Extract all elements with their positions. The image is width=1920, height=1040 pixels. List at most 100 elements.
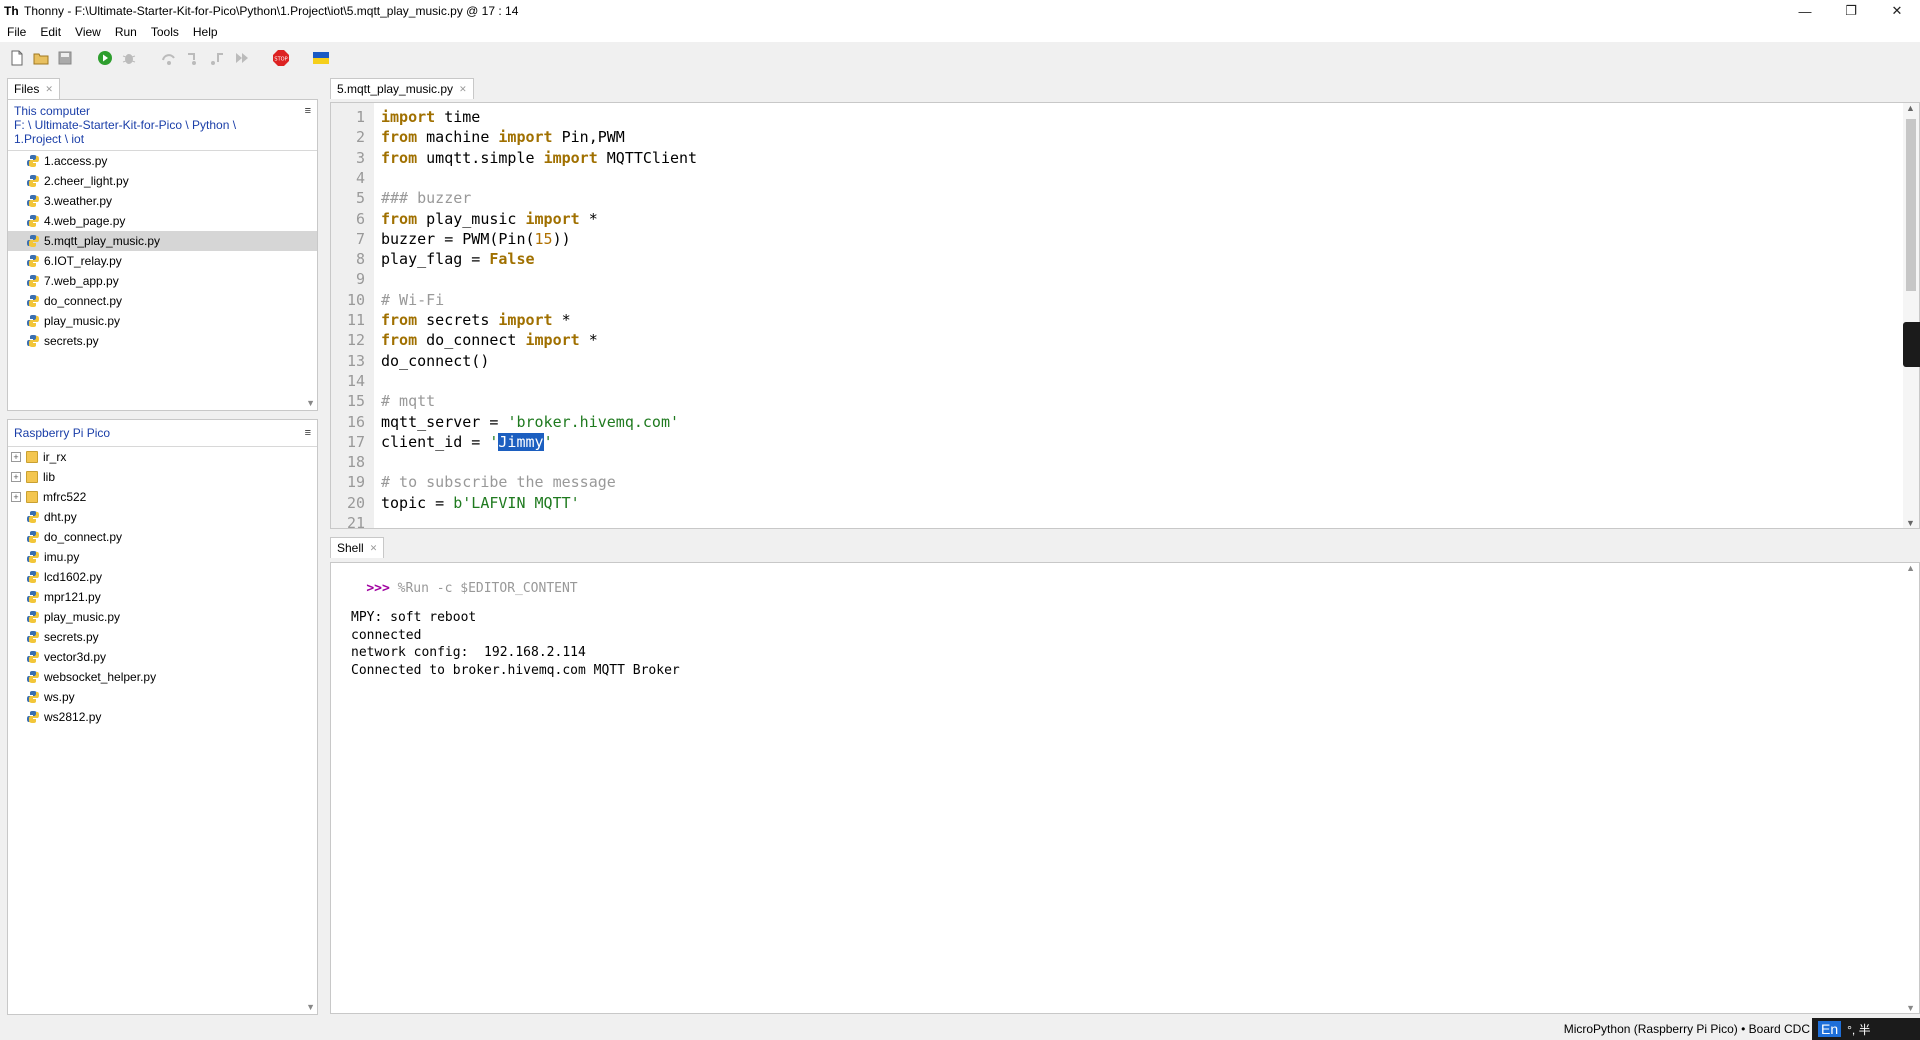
folder-icon <box>26 451 38 463</box>
file-item[interactable]: secrets.py <box>8 627 317 647</box>
file-item[interactable]: vector3d.py <box>8 647 317 667</box>
close-icon[interactable]: ✕ <box>459 84 467 95</box>
pico-title[interactable]: Raspberry Pi Pico <box>14 426 311 440</box>
scroll-up-icon[interactable]: ▲ <box>1906 563 1915 573</box>
ime-language[interactable]: En <box>1818 1021 1842 1037</box>
file-item[interactable]: mpr121.py <box>8 587 317 607</box>
code-line[interactable]: 14 <box>331 371 1891 391</box>
code-line[interactable]: 6 from play_music import * <box>331 209 1891 229</box>
tab-editor[interactable]: 5.mqtt_play_music.py ✕ <box>330 78 474 99</box>
code-text: mqtt_server = 'broker.hivemq.com' <box>381 412 680 431</box>
code-line[interactable]: 4 <box>331 168 1891 188</box>
expand-icon[interactable]: + <box>11 452 21 462</box>
scroll-down-icon[interactable]: ▼ <box>1906 1003 1915 1013</box>
ime-indicator[interactable]: En °, 半 <box>1812 1018 1920 1040</box>
debug-icon[interactable] <box>120 49 138 67</box>
code-line[interactable]: 5 ### buzzer <box>331 188 1891 208</box>
scroll-down-icon[interactable]: ▼ <box>306 1002 315 1012</box>
code-line[interactable]: 18 <box>331 452 1891 472</box>
run-icon[interactable] <box>96 49 114 67</box>
ime-mode[interactable]: °, 半 <box>1847 1021 1870 1038</box>
menu-help[interactable]: Help <box>186 22 225 42</box>
restore-button[interactable]: ❐ <box>1828 0 1874 22</box>
folder-item[interactable]: + ir_rx <box>8 447 317 467</box>
code-line[interactable]: 3 from umqtt.simple import MQTTClient <box>331 148 1891 168</box>
code-line[interactable]: 2 from machine import Pin,PWM <box>331 127 1891 147</box>
file-item[interactable]: websocket_helper.py <box>8 667 317 687</box>
python-file-icon <box>27 235 39 247</box>
this-computer-path[interactable]: F: \ Ultimate-Starter-Kit-for-Pico \ Pyt… <box>14 118 284 146</box>
menu-tools[interactable]: Tools <box>144 22 186 42</box>
code-line[interactable]: 7 buzzer = PWM(Pin(15)) <box>331 229 1891 249</box>
file-item[interactable]: imu.py <box>8 547 317 567</box>
flag-icon[interactable] <box>312 49 330 67</box>
step-out-icon[interactable] <box>208 49 226 67</box>
code-line[interactable]: 8 play_flag = False <box>331 249 1891 269</box>
menu-icon[interactable]: ≡ <box>305 426 311 440</box>
file-item[interactable]: lcd1602.py <box>8 567 317 587</box>
menu-file[interactable]: File <box>0 22 33 42</box>
code-line[interactable]: 20 topic = b'LAFVIN MQTT' <box>331 493 1891 513</box>
step-over-icon[interactable] <box>160 49 178 67</box>
code-line[interactable]: 17 client_id = 'Jimmy' <box>331 432 1891 452</box>
file-item[interactable]: dht.py <box>8 507 317 527</box>
folder-icon <box>26 491 38 503</box>
step-into-icon[interactable] <box>184 49 202 67</box>
tab-shell[interactable]: Shell ✕ <box>330 537 385 558</box>
editor-scrollbar[interactable]: ▲ ▼ <box>1903 103 1919 528</box>
scroll-down-icon[interactable]: ▼ <box>306 398 315 408</box>
stop-icon[interactable]: STOP <box>272 49 290 67</box>
line-number: 20 <box>346 493 365 512</box>
interpreter-status[interactable]: MicroPython (Raspberry Pi Pico) • Board … <box>1564 1022 1810 1036</box>
folder-item[interactable]: + lib <box>8 467 317 487</box>
code-line[interactable]: 13 do_connect() <box>331 351 1891 371</box>
code-line[interactable]: 9 <box>331 269 1891 289</box>
code-line[interactable]: 21 <box>331 513 1891 528</box>
code-line[interactable]: 1 import time <box>331 107 1891 127</box>
code-line[interactable]: 11 from secrets import * <box>331 310 1891 330</box>
folder-item[interactable]: + mfrc522 <box>8 487 317 507</box>
file-item[interactable]: do_connect.py <box>8 527 317 547</box>
menu-run[interactable]: Run <box>108 22 144 42</box>
shell-panel[interactable]: >>> %Run -c $EDITOR_CONTENT MPY: soft re… <box>330 562 1920 1014</box>
file-item[interactable]: 4.web_page.py <box>8 211 317 231</box>
file-item[interactable]: 1.access.py <box>8 151 317 171</box>
close-button[interactable]: ✕ <box>1874 0 1920 22</box>
file-item[interactable]: 3.weather.py <box>8 191 317 211</box>
file-item[interactable]: play_music.py <box>8 607 317 627</box>
file-item[interactable]: 7.web_app.py <box>8 271 317 291</box>
code-line[interactable]: 12 from do_connect import * <box>331 330 1891 350</box>
menu-view[interactable]: View <box>68 22 108 42</box>
file-item[interactable]: play_music.py <box>8 311 317 331</box>
expand-icon[interactable]: + <box>11 472 21 482</box>
expand-icon[interactable]: + <box>11 492 21 502</box>
scroll-down-icon[interactable]: ▼ <box>1906 518 1915 528</box>
code-line[interactable]: 10 # Wi-Fi <box>331 290 1891 310</box>
close-icon[interactable]: ✕ <box>370 543 378 554</box>
close-icon[interactable]: ✕ <box>45 84 53 95</box>
new-file-icon[interactable] <box>8 49 26 67</box>
resume-icon[interactable] <box>232 49 250 67</box>
code-line[interactable]: 16 mqtt_server = 'broker.hivemq.com' <box>331 412 1891 432</box>
file-item[interactable]: do_connect.py <box>8 291 317 311</box>
tab-files[interactable]: Files ✕ <box>7 78 60 99</box>
file-item[interactable]: ws2812.py <box>8 707 317 727</box>
menu-edit[interactable]: Edit <box>33 22 68 42</box>
file-item[interactable]: 6.IOT_relay.py <box>8 251 317 271</box>
python-file-icon <box>27 155 39 167</box>
code-line[interactable]: 19 # to subscribe the message <box>331 472 1891 492</box>
file-item[interactable]: 2.cheer_light.py <box>8 171 317 191</box>
open-file-icon[interactable] <box>32 49 50 67</box>
code-line[interactable]: 15 # mqtt <box>331 391 1891 411</box>
menu-icon[interactable]: ≡ <box>305 104 311 118</box>
minimize-button[interactable]: — <box>1782 0 1828 22</box>
code-editor[interactable]: 1 import time 2 from machine import Pin,PWM… <box>330 102 1920 529</box>
file-item[interactable]: 5.mqtt_play_music.py <box>8 231 317 251</box>
save-icon[interactable] <box>56 49 74 67</box>
file-item[interactable]: secrets.py <box>8 331 317 351</box>
file-item[interactable]: ws.py <box>8 687 317 707</box>
tab-shell-label: Shell <box>337 541 364 555</box>
scroll-up-icon[interactable]: ▲ <box>1906 103 1915 113</box>
this-computer-title[interactable]: This computer <box>14 104 311 118</box>
editor-scroll-thumb[interactable] <box>1906 119 1916 291</box>
